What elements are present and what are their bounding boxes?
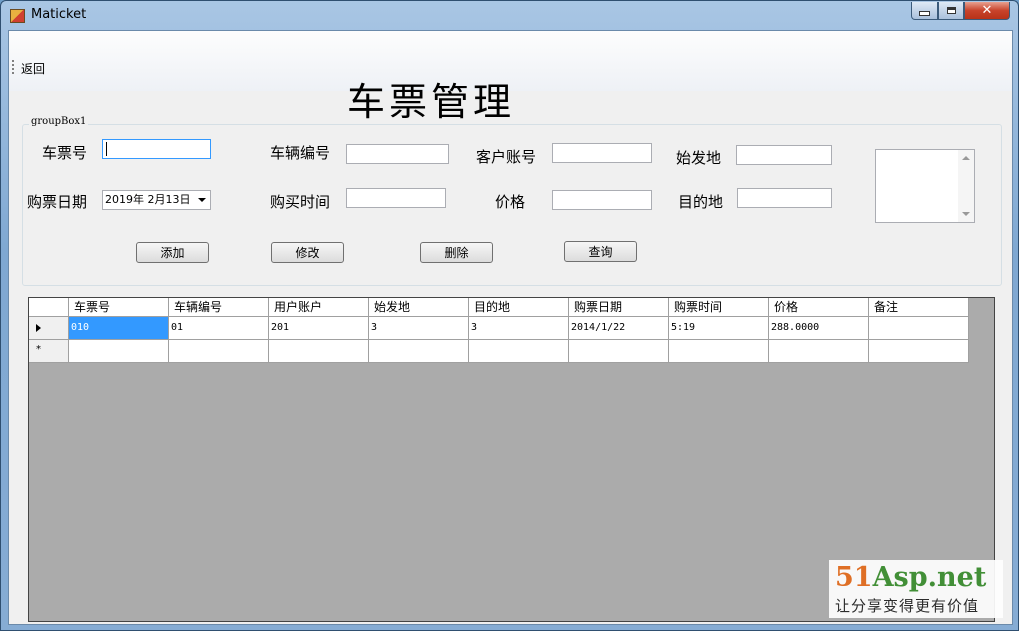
edit-button[interactable]: 修改: [271, 242, 344, 263]
purchase-date-picker[interactable]: 2019年 2月13日: [102, 190, 211, 210]
table-cell[interactable]: 288.0000: [769, 317, 869, 340]
destination-label: 目的地: [678, 193, 724, 211]
delete-button[interactable]: 删除: [420, 242, 493, 263]
maximize-icon: [946, 7, 956, 14]
table-cell[interactable]: 5:19: [669, 317, 769, 340]
column-header-purchase-time[interactable]: 购票时间: [669, 298, 769, 317]
customer-account-input[interactable]: [552, 143, 652, 163]
current-row-arrow-icon: [36, 324, 41, 332]
table-cell[interactable]: [669, 340, 769, 363]
watermark-slogan: 让分享变得更有价值: [835, 597, 980, 615]
column-header-user-account[interactable]: 用户账户: [269, 298, 369, 317]
toolstrip-grip-icon[interactable]: [12, 60, 14, 74]
query-button[interactable]: 查询: [564, 241, 637, 262]
table-cell[interactable]: 201: [269, 317, 369, 340]
app-window: Maticket ✕ 返回 车票管理 groupBox1 车票号 车辆编号 客户…: [0, 0, 1019, 631]
new-row-marker: *: [36, 344, 41, 355]
minimize-icon: [919, 11, 930, 16]
table-cell[interactable]: 3: [469, 317, 569, 340]
customer-account-label: 客户账号: [476, 148, 537, 166]
price-input[interactable]: [552, 190, 652, 210]
column-header-origin[interactable]: 始发地: [369, 298, 469, 317]
title-bar[interactable]: Maticket ✕: [1, 1, 1018, 29]
watermark-logo: 51Asp.net 让分享变得更有价值: [829, 560, 1003, 618]
column-header-destination[interactable]: 目的地: [469, 298, 569, 317]
origin-input[interactable]: [736, 145, 832, 165]
close-button[interactable]: ✕: [964, 2, 1010, 20]
destination-input[interactable]: [737, 188, 832, 208]
watermark-brand: 51Asp.net: [835, 562, 987, 593]
back-button[interactable]: 返回: [21, 60, 45, 77]
column-header-price[interactable]: 价格: [769, 298, 869, 317]
purchase-date-label: 购票日期: [27, 193, 88, 211]
table-cell[interactable]: [469, 340, 569, 363]
table-cell[interactable]: [269, 340, 369, 363]
close-icon: ✕: [981, 3, 993, 18]
price-label: 价格: [495, 193, 526, 211]
add-button[interactable]: 添加: [136, 242, 209, 263]
app-icon: [10, 9, 25, 23]
column-header-purchase-date[interactable]: 购票日期: [569, 298, 669, 317]
table-cell[interactable]: 3: [369, 317, 469, 340]
vehicle-no-input[interactable]: [346, 144, 449, 164]
maximize-button[interactable]: [938, 2, 964, 20]
table-cell[interactable]: [569, 340, 669, 363]
purchase-date-value: 2019年 2月13日: [105, 193, 191, 206]
grid-header: 车票号 车辆编号 用户账户 始发地 目的地 购票日期 购票时间 价格 备注: [29, 298, 969, 317]
dropdown-arrow-icon[interactable]: [198, 198, 206, 202]
row-header[interactable]: [29, 317, 69, 340]
column-header-vehicle-no[interactable]: 车辆编号: [169, 298, 269, 317]
table-cell[interactable]: [769, 340, 869, 363]
column-header-remarks[interactable]: 备注: [869, 298, 969, 317]
page-title: 车票管理: [347, 80, 516, 124]
client-area: 返回 车票管理 groupBox1 车票号 车辆编号 客户账号 始发地 购票日期…: [8, 30, 1013, 625]
listbox-scrollbar[interactable]: [958, 150, 974, 222]
groupbox-label: groupBox1: [29, 116, 89, 127]
row-header[interactable]: *: [29, 340, 69, 363]
table-cell[interactable]: [869, 340, 969, 363]
table-cell[interactable]: [869, 317, 969, 340]
table-cell[interactable]: [169, 340, 269, 363]
ticket-no-input[interactable]: [102, 139, 211, 159]
grid-corner[interactable]: [29, 298, 69, 317]
scroll-down-icon[interactable]: [962, 212, 970, 216]
purchase-time-input[interactable]: [346, 188, 446, 208]
remarks-listbox[interactable]: [875, 149, 975, 223]
vehicle-no-label: 车辆编号: [270, 144, 331, 162]
origin-label: 始发地: [676, 149, 722, 167]
table-cell[interactable]: 2014/1/22: [569, 317, 669, 340]
table-row[interactable]: 010 01 201 3 3 2014/1/22 5:19 288.0000: [29, 317, 969, 340]
table-cell[interactable]: [69, 340, 169, 363]
text-caret: [106, 142, 107, 156]
new-table-row[interactable]: *: [29, 340, 969, 363]
window-title: Maticket: [31, 7, 87, 22]
table-cell[interactable]: 010: [69, 317, 169, 340]
minimize-button[interactable]: [911, 2, 938, 20]
scroll-up-icon[interactable]: [962, 156, 970, 160]
table-cell[interactable]: 01: [169, 317, 269, 340]
purchase-time-label: 购买时间: [270, 193, 331, 211]
table-cell[interactable]: [369, 340, 469, 363]
ticket-no-label: 车票号: [42, 144, 88, 162]
column-header-ticket-no[interactable]: 车票号: [69, 298, 169, 317]
